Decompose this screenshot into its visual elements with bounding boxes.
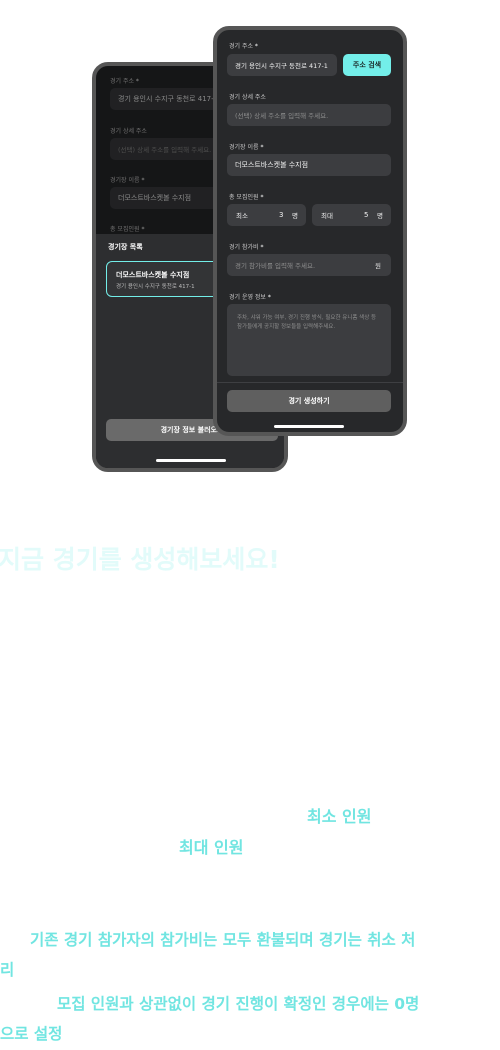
address-search-button[interactable]: 주소 검색 (343, 54, 391, 76)
min-value: 3 (279, 211, 284, 219)
max-label: 최대 (321, 212, 333, 220)
headline: 지금 경기를 생성해보세요! (0, 545, 280, 574)
min-people-highlight: 최소 인원 (307, 807, 372, 826)
fee-unit: 원 (375, 262, 381, 270)
venue-item-name: 더모스트바스켓볼 수지점 (116, 271, 190, 279)
address-label: 경기 주소 * (229, 43, 258, 50)
fee-placeholder: 경기 참가비를 입력해 주세요. (235, 262, 316, 270)
info-textarea[interactable]: 주차, 샤워 가능 여부, 경기 진행 방식, 필요한 유니폼 색상 등 참가들… (227, 304, 391, 376)
fee-field[interactable]: 경기 참가비를 입력해 주세요. 원 (227, 254, 391, 276)
create-match-button[interactable]: 경기 생성하기 (227, 390, 391, 412)
front-phone-mockup: 경기 주소 * 경기 용인시 수지구 동천로 417-1 주소 검색 경기 상세… (213, 26, 407, 436)
address-field[interactable]: 경기 용인시 수지구 동천로 417-1 (227, 54, 337, 76)
info-label: 경기 운영 정보 * (229, 294, 271, 301)
fee-label: 경기 참가비 * (229, 244, 264, 251)
sheet-title: 경기장 목록 (108, 243, 143, 251)
divider (217, 382, 403, 383)
venue-name-label: 경기장 이름 * (229, 144, 264, 151)
min-label: 최소 (236, 212, 248, 220)
max-unit: 명 (377, 212, 383, 220)
venue-item-address: 경기 용인시 수지구 동천로 417-1 (116, 284, 195, 290)
zero-note-line2: 으로 설정 (0, 1025, 63, 1043)
min-unit: 명 (292, 212, 298, 220)
refund-note-line1: 기존 경기 참가자의 참가비는 모두 환불되며 경기는 취소 처 (30, 931, 416, 949)
max-people-highlight: 최대 인원 (179, 838, 244, 857)
zero-note-line1: 모집 인원과 상관없이 경기 진행이 확정인 경우에는 0명 (57, 995, 420, 1013)
detail-address-label: 경기 상세 주소 (229, 94, 266, 101)
venue-name-field[interactable]: 더모스트바스켓볼 수지점 (227, 154, 391, 176)
detail-address-field[interactable]: (선택) 상세 주소를 입력해 주세요. (227, 104, 391, 126)
home-indicator (156, 459, 226, 462)
min-people-stepper[interactable]: 최소 3 명 (227, 204, 306, 226)
refund-note-line2: 리 (0, 961, 15, 979)
home-indicator (274, 425, 344, 428)
recruit-label: 총 모집인원 * (229, 194, 264, 201)
max-value: 5 (364, 211, 369, 219)
max-people-stepper[interactable]: 최대 5 명 (312, 204, 391, 226)
